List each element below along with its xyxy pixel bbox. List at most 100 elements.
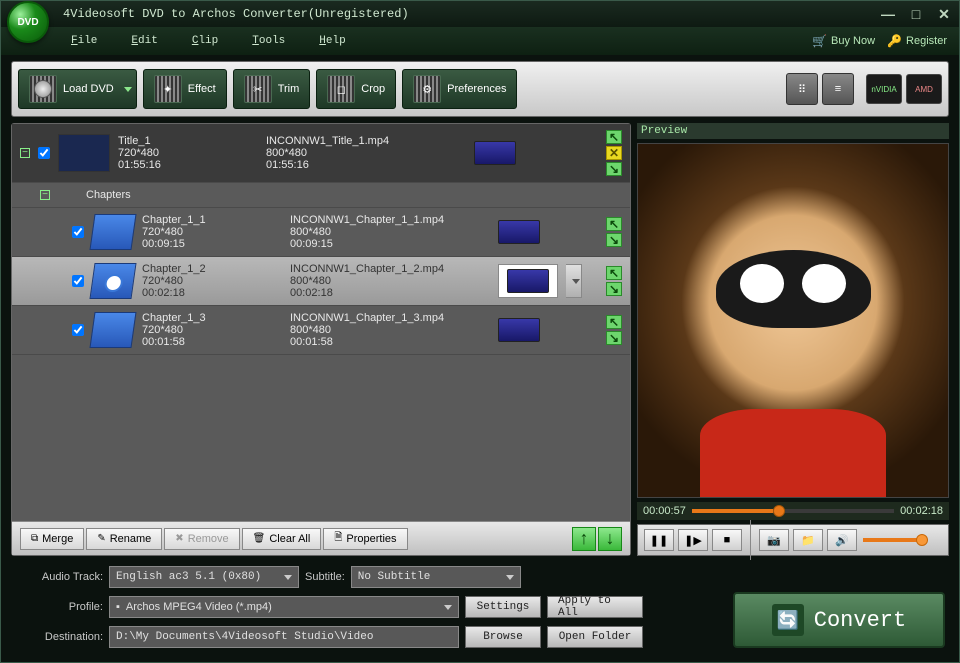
menu-clip[interactable]: Clip (178, 32, 232, 50)
step-button[interactable]: ❚▶ (678, 529, 708, 551)
settings-button[interactable]: Settings (465, 596, 541, 618)
row-down-button[interactable]: ↘ (606, 162, 622, 176)
chapter-outname: INCONNW1_Chapter_1_2.mp4 (290, 263, 490, 275)
title-res: 720*480 (118, 147, 258, 159)
row-delete-button[interactable]: ✕ (606, 146, 622, 160)
seek-bar[interactable] (692, 509, 894, 513)
row-up-button[interactable]: ↖ (606, 130, 622, 144)
open-folder-button[interactable]: Open Folder (547, 626, 643, 648)
title-name: Title_1 (118, 135, 258, 147)
properties-button[interactable]: 🗎 Properties (323, 528, 407, 550)
clear-all-button[interactable]: 🗑 Clear All (242, 528, 322, 550)
register-link[interactable]: Register (887, 34, 947, 48)
title-outname: INCONNW1_Title_1.mp4 (266, 135, 466, 147)
volume-knob[interactable] (916, 534, 928, 546)
preview-screen (637, 143, 949, 498)
title-row[interactable]: − Title_1 720*480 01:55:16 INCONNW1_Titl… (12, 124, 630, 183)
chapter-row[interactable]: Chapter_1_3720*48000:01:58 INCONNW1_Chap… (12, 306, 630, 355)
view-list-button[interactable]: ≡ (822, 73, 854, 105)
view-thumbnails-button[interactable]: ⠿ (786, 73, 818, 105)
menu-edit[interactable]: Edit (117, 32, 171, 50)
menu-file[interactable]: File (57, 32, 111, 50)
load-dvd-button[interactable]: Load DVD (18, 69, 137, 109)
rename-label: Rename (110, 533, 152, 545)
title-outdur: 01:55:16 (266, 159, 466, 171)
trim-button[interactable]: ✂Trim (233, 69, 311, 109)
subtitle-select[interactable]: No Subtitle (351, 566, 521, 588)
collapse-icon[interactable]: − (20, 148, 30, 158)
row-down-button[interactable]: ↘ (606, 233, 622, 247)
dvd-icon (29, 75, 57, 103)
chapter-res: 720*480 (142, 226, 282, 238)
chapter-checkbox[interactable] (72, 226, 84, 238)
apply-to-all-button[interactable]: Apply to All (547, 596, 643, 618)
remove-label: Remove (188, 533, 229, 545)
chapter-row[interactable]: Chapter_1_1720*48000:09:15 INCONNW1_Chap… (12, 208, 630, 257)
rename-button[interactable]: ✎ Rename (86, 528, 162, 550)
convert-icon: 🔄 (772, 604, 804, 636)
snapshot-button[interactable]: 📷 (759, 529, 789, 551)
title-outres: 800*480 (266, 147, 466, 159)
chapter-name: Chapter_1_1 (142, 214, 282, 226)
chapters-header[interactable]: − Chapters (12, 183, 630, 208)
convert-button[interactable]: 🔄 Convert (733, 592, 945, 648)
move-down-button[interactable]: ↓ (598, 527, 622, 551)
clear-label: Clear All (269, 533, 310, 545)
crop-button[interactable]: ◻Crop (316, 69, 396, 109)
chapters-label: Chapters (86, 189, 131, 201)
prefs-label: Preferences (447, 83, 506, 95)
audio-track-select[interactable]: English ac3 5.1 (0x80) (109, 566, 299, 588)
stop-button[interactable]: ■ (712, 529, 742, 551)
row-up-button[interactable]: ↖ (606, 315, 622, 329)
row-up-button[interactable]: ↖ (606, 217, 622, 231)
pause-button[interactable]: ❚❚ (644, 529, 674, 551)
profile-select[interactable]: ▪Archos MPEG4 Video (*.mp4) (109, 596, 459, 618)
row-down-button[interactable]: ↘ (606, 331, 622, 345)
convert-label: Convert (814, 608, 906, 633)
maximize-button[interactable]: □ (907, 7, 925, 21)
close-button[interactable]: ✕ (935, 7, 953, 21)
effect-label: Effect (188, 83, 216, 95)
chapter-outres: 800*480 (290, 275, 490, 287)
profile-value: Archos MPEG4 Video (*.mp4) (126, 601, 272, 613)
menu-tools[interactable]: Tools (238, 32, 299, 50)
chapter-checkbox[interactable] (72, 324, 84, 336)
volume-button[interactable]: 🔊 (827, 529, 857, 551)
collapse-icon[interactable]: − (40, 190, 50, 200)
device-thumb (498, 220, 540, 244)
merge-button[interactable]: ⧉ Merge (20, 528, 84, 550)
app-logo: DVD (7, 1, 49, 43)
destination-input[interactable]: D:\My Documents\4Videosoft Studio\Video (109, 626, 459, 648)
preferences-button[interactable]: ⚙Preferences (402, 69, 517, 109)
volume-slider[interactable] (863, 538, 923, 542)
device-select[interactable] (498, 264, 558, 298)
minimize-button[interactable]: — (879, 7, 897, 21)
title-checkbox[interactable] (38, 147, 50, 159)
row-down-button[interactable]: ↘ (606, 282, 622, 296)
remove-button[interactable]: ✖ Remove (164, 528, 239, 550)
browse-button[interactable]: Browse (465, 626, 541, 648)
chapter-checkbox[interactable] (72, 275, 84, 287)
profile-label: Profile: (15, 601, 103, 613)
chapter-row-selected[interactable]: Chapter_1_2720*48000:02:18 INCONNW1_Chap… (12, 257, 630, 306)
time-total: 00:02:18 (900, 505, 943, 517)
chapter-outres: 800*480 (290, 226, 490, 238)
amd-badge: AMD (906, 74, 942, 104)
effect-button[interactable]: ✦ Effect (143, 69, 227, 109)
menu-help[interactable]: Help (305, 32, 359, 50)
effect-icon: ✦ (154, 75, 182, 103)
seek-knob[interactable] (773, 505, 785, 517)
props-label: Properties (346, 533, 396, 545)
device-dropdown-button[interactable] (566, 264, 582, 298)
crop-icon: ◻ (327, 75, 355, 103)
row-up-button[interactable]: ↖ (606, 266, 622, 280)
buy-now-link[interactable]: Buy Now (812, 34, 875, 48)
move-up-button[interactable]: ↑ (572, 527, 596, 551)
destination-label: Destination: (15, 631, 103, 643)
device-thumb (474, 141, 516, 165)
merge-label: Merge (42, 533, 73, 545)
open-folder-button[interactable]: 📁 (793, 529, 823, 551)
subtitle-label: Subtitle: (305, 571, 345, 583)
audio-track-label: Audio Track: (15, 571, 103, 583)
device-thumb (498, 318, 540, 342)
